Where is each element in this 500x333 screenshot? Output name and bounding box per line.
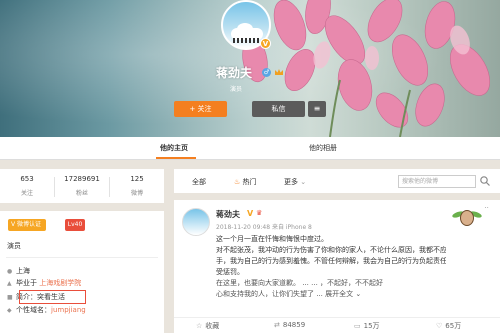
filter-all[interactable]: 全部: [192, 177, 206, 187]
intro-highlight-box: [19, 290, 86, 304]
more-menu-button[interactable]: ≡: [308, 101, 326, 117]
stat-followers[interactable]: 17289691 粉丝: [55, 175, 109, 197]
info-text: 毕业于: [16, 279, 40, 287]
info-text: 个性域名：: [16, 306, 51, 314]
message-button[interactable]: 私信: [252, 101, 305, 117]
like-button[interactable]: ♡ 65万: [436, 321, 461, 331]
feed-filter-bar: 全部 ♨ 热门 更多 ⌄ 搜索他的微博: [174, 169, 500, 193]
like-icon: ♡: [436, 322, 443, 330]
level-badge[interactable]: Lv40: [65, 219, 85, 231]
verified-badge-icon: V: [247, 209, 254, 218]
verified-badge-icon: V: [260, 38, 271, 49]
action-label: 收藏: [205, 322, 220, 330]
info-row-school: ▲ 毕业于 上海戏剧学院: [7, 278, 81, 288]
profile-subtitle: 演员: [230, 86, 243, 93]
domain-icon: ◆: [7, 307, 12, 314]
profile-tab-bar: 他的主页 他的相册: [0, 137, 500, 160]
feed-post: 蒋劲夫 V ♛ 2018-11-20 09:48 来自 iPhone 8 ∨ 这…: [174, 200, 500, 333]
stats-panel: 653 关注 17289691 粉丝 125 微博: [0, 169, 164, 203]
post-author-avatar[interactable]: [182, 208, 210, 236]
post-line: 在这里，也要向大家道歉。 ... ... ，不起好，不不起好: [216, 279, 384, 287]
stat-label: 粉丝: [75, 190, 88, 197]
sticker-face-icon: [460, 210, 474, 226]
flame-icon: ♨: [234, 178, 241, 186]
action-label: 84859: [282, 321, 306, 329]
stat-label: 关注: [20, 190, 33, 197]
comment-button[interactable]: ▭ 15万: [354, 321, 380, 331]
chevron-down-icon: ⌄: [300, 178, 307, 186]
comment-icon: ▭: [354, 322, 361, 330]
stat-posts[interactable]: 125 微博: [110, 175, 164, 197]
repost-button[interactable]: ⇄ 84859: [274, 321, 305, 329]
search-icon[interactable]: [479, 175, 491, 187]
feed-search-input[interactable]: 搜索他的微博: [398, 175, 476, 188]
filter-hot[interactable]: ♨ 热门: [234, 177, 257, 187]
vip-crown-icon: [275, 69, 283, 75]
post-author-name[interactable]: 蒋劲夫: [216, 209, 240, 220]
cover-banner: V 蒋劲夫 ♂ 演员 + 关注 私信 ≡: [0, 0, 500, 137]
filter-more[interactable]: 更多 ⌄: [284, 177, 306, 187]
collect-button[interactable]: ☆ 收藏: [196, 321, 219, 331]
domain-link[interactable]: jumpjiang: [51, 306, 86, 314]
stat-value: 125: [130, 175, 144, 183]
stat-value: 653: [20, 175, 34, 183]
post-body: 这一个月一直在忏悔和悔恨中度过。 对不起张茂，我冲动的行为伤害了你和你的家人，不…: [216, 234, 446, 300]
repost-icon: ⇄: [274, 321, 280, 329]
stat-following[interactable]: 653 关注: [0, 175, 54, 197]
post-line: 手，我为自己的行为感到羞愧。不管任何辩解，我会为自己的行为负起责任，接: [216, 257, 446, 265]
tab-home[interactable]: 他的主页: [160, 143, 188, 153]
school-link[interactable]: 上海戏剧学院: [39, 279, 81, 287]
intro-icon: ■: [7, 294, 13, 301]
school-icon: ▲: [7, 280, 12, 287]
stat-value: 17289691: [64, 175, 100, 183]
stat-label: 微博: [130, 190, 143, 197]
profile-role: 演员: [7, 242, 21, 250]
collect-icon: ☆: [196, 322, 203, 330]
follow-button[interactable]: + 关注: [174, 101, 227, 117]
post-action-bar: ☆ 收藏 ⇄ 84859 ▭ 15万 ♡ 65万: [174, 317, 500, 333]
active-tab-indicator: [156, 157, 196, 159]
action-label: 65万: [445, 322, 462, 330]
profile-info-panel: V 微博认证 Lv40 演员 ● 上海 ▲ 毕业于 上海戏剧学院 ■ 简介：突看生活 …: [0, 211, 164, 333]
tab-albums[interactable]: 他的相册: [309, 143, 337, 153]
divider: [6, 257, 158, 258]
filter-more-label: 更多: [284, 178, 298, 186]
post-line: 这一个月一直在忏悔和悔恨中度过。: [216, 235, 328, 243]
location-icon: ●: [7, 268, 13, 275]
action-label: 15万: [363, 322, 380, 330]
post-meta: 2018-11-20 09:48 来自 iPhone 8: [216, 224, 312, 231]
profile-name: 蒋劲夫: [216, 66, 253, 80]
male-gender-icon: ♂: [262, 68, 271, 77]
filter-hot-label: 热门: [242, 178, 257, 186]
info-row-location: ● 上海: [7, 266, 30, 276]
vip-icon: ♛: [256, 209, 263, 217]
info-row-domain: ◆ 个性域名：jumpjiang: [7, 305, 86, 315]
post-line: 对不起张茂，我冲动的行为伤害了你和你的家人，不论什么原因，我都不应该动: [216, 246, 446, 254]
post-line: 受惩罚。: [216, 268, 244, 276]
weibo-verified-badge[interactable]: V 微博认证: [8, 219, 46, 231]
post-line-expand[interactable]: 心和支持我的人，让你们失望了 ... 展开全文 ⌄: [216, 289, 446, 300]
info-text: 上海: [16, 267, 30, 275]
